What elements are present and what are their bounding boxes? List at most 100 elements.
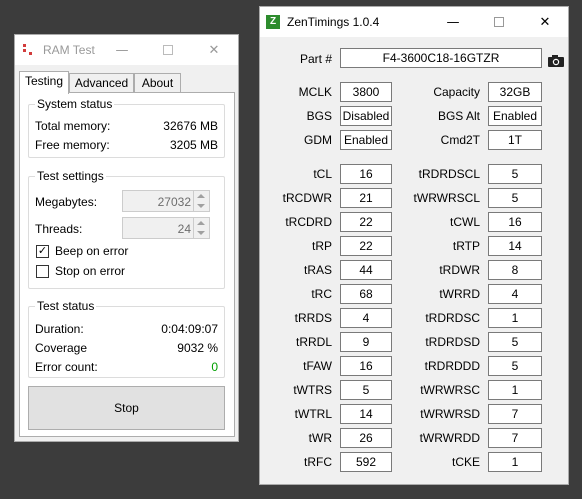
timing-value: 44	[340, 260, 392, 280]
timing-label: tRP	[311, 239, 332, 253]
megabytes-stepper[interactable]: 27032	[122, 190, 210, 212]
timing-value: 5	[340, 380, 392, 400]
timing-label: tWRWRSC	[420, 383, 480, 397]
minimize-icon[interactable]: —	[99, 35, 145, 65]
timing-label: BGS	[306, 109, 332, 123]
close-icon[interactable]: ✕	[191, 35, 237, 65]
error-count-label: Error count:	[35, 360, 98, 374]
timing-value: Enabled	[340, 130, 392, 150]
timing-value: 16	[340, 164, 392, 184]
testing-panel: System status Total memory: 32676 MB Fre…	[19, 92, 235, 437]
system-status-label: System status	[35, 97, 115, 111]
total-memory-value: 32676 MB	[163, 119, 218, 133]
megabytes-spin-arrows[interactable]	[193, 191, 209, 211]
test-status-group: Test status Duration: 0:04:09:07 Coverag…	[28, 299, 225, 378]
close-icon[interactable]: ✕	[522, 7, 568, 37]
timing-label: tCL	[313, 167, 332, 181]
timing-label: tWRWRDD	[419, 431, 480, 445]
timing-value: 22	[340, 212, 392, 232]
timing-label: tRRDS	[294, 311, 332, 325]
timing-value: 16	[488, 212, 542, 232]
timing-label: tWRWRSD	[420, 407, 480, 421]
timing-value: 9	[340, 332, 392, 352]
zen-title: ZenTimings 1.0.4	[287, 15, 380, 29]
threads-stepper[interactable]: 24	[122, 217, 210, 239]
part-label: Part #	[299, 52, 332, 66]
timing-value: 1	[488, 308, 542, 328]
timing-value: 14	[340, 404, 392, 424]
tab-advanced[interactable]: Advanced	[69, 73, 134, 93]
threads-spin-arrows[interactable]	[193, 218, 209, 238]
timing-value: 5	[488, 164, 542, 184]
timing-label: MCLK	[298, 85, 332, 99]
threads-value: 24	[177, 222, 191, 236]
minimize-icon[interactable]: —	[430, 7, 476, 37]
timing-value: 5	[488, 332, 542, 352]
megabytes-label: Megabytes:	[35, 195, 98, 209]
timing-value: 5	[488, 188, 542, 208]
tab-testing[interactable]: Testing	[19, 71, 69, 94]
tab-about[interactable]: About	[134, 73, 181, 93]
maximize-icon[interactable]	[145, 35, 191, 65]
zentimings-window: Z ZenTimings 1.0.4 — ✕ Part # F4-3600C18…	[259, 6, 569, 485]
timing-label: tRCDWR	[282, 191, 332, 205]
maximize-icon[interactable]	[476, 7, 522, 37]
timing-value: 26	[340, 428, 392, 448]
timing-label: GDM	[304, 133, 332, 147]
ramtest-app-icon	[23, 44, 32, 55]
error-count-value: 0	[211, 360, 218, 374]
timing-value: 4	[340, 308, 392, 328]
timing-label: tRFC	[304, 455, 332, 469]
test-settings-group: Test settings Megabytes: 27032 Threads: …	[28, 169, 225, 289]
timing-label: tRDWR	[439, 263, 480, 277]
duration-label: Duration:	[35, 322, 84, 336]
ramtest-window: RAM Test — ✕ Testing Advanced About Syst…	[14, 34, 239, 442]
timing-label: Capacity	[433, 85, 480, 99]
timing-label: BGS Alt	[437, 109, 480, 123]
timing-value: 14	[488, 236, 542, 256]
timing-value: 1	[488, 380, 542, 400]
timing-value: 68	[340, 284, 392, 304]
timing-label: tRDRDSCL	[418, 167, 480, 181]
ramtest-titlebar[interactable]: RAM Test — ✕	[15, 35, 238, 65]
stop-button[interactable]: Stop	[28, 386, 225, 430]
coverage-value: 9032 %	[177, 341, 218, 355]
timing-value: 8	[488, 260, 542, 280]
timing-label: tRC	[311, 287, 332, 301]
timing-value: 1	[488, 452, 542, 472]
timing-value: 7	[488, 404, 542, 424]
timing-label: tWTRL	[294, 407, 332, 421]
beep-on-error-checkbox[interactable]: ✓	[36, 245, 49, 258]
timing-value: 5	[488, 356, 542, 376]
timing-value: 7	[488, 428, 542, 448]
timing-value: 32GB	[488, 82, 542, 102]
timing-label: tRAS	[303, 263, 332, 277]
free-memory-label: Free memory:	[35, 138, 110, 152]
timing-value: 1T	[488, 130, 542, 150]
timing-value: 4	[488, 284, 542, 304]
timing-value: 21	[340, 188, 392, 208]
timing-label: tRDRDSC	[425, 311, 480, 325]
system-status-group: System status Total memory: 32676 MB Fre…	[28, 97, 225, 158]
threads-label: Threads:	[35, 222, 83, 236]
zen-titlebar[interactable]: Z ZenTimings 1.0.4 — ✕	[260, 7, 568, 37]
stop-on-error-checkbox[interactable]	[36, 265, 49, 278]
timing-value: 3800	[340, 82, 392, 102]
timing-label: Cmd2T	[440, 133, 480, 147]
total-memory-label: Total memory:	[35, 119, 111, 133]
megabytes-value: 27032	[157, 195, 191, 209]
camera-icon[interactable]	[547, 54, 565, 68]
timing-label: tWRRD	[439, 287, 480, 301]
timing-value: Disabled	[340, 106, 392, 126]
test-settings-label: Test settings	[35, 169, 106, 183]
timing-label: tRDRDDD	[424, 359, 480, 373]
timing-label: tFAW	[303, 359, 332, 373]
timing-label: tRCDRD	[285, 215, 332, 229]
timing-value: 592	[340, 452, 392, 472]
free-memory-value: 3205 MB	[169, 138, 218, 152]
timing-label: tWTRS	[293, 383, 332, 397]
timing-label: tWR	[308, 431, 332, 445]
timing-label: tCWL	[450, 215, 480, 229]
ramtest-title: RAM Test	[43, 43, 95, 57]
timing-label: tWRWRSCL	[413, 191, 480, 205]
